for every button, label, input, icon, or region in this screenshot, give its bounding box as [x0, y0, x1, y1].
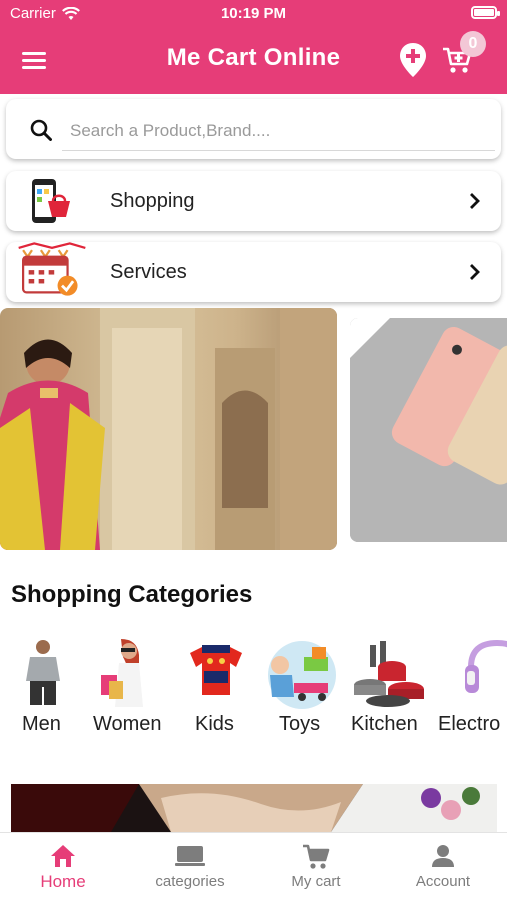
battery-icon	[471, 6, 500, 19]
shopping-label: Shopping	[110, 190, 195, 212]
search-placeholder: Search a Product,Brand....	[70, 121, 271, 140]
account-icon	[432, 845, 454, 867]
category-label: Women	[93, 713, 162, 735]
app-bar: Me Cart Online 0	[0, 28, 507, 94]
services-card[interactable]: Services	[6, 242, 501, 302]
nav-home-label: Home	[40, 872, 86, 891]
search-icon	[30, 119, 52, 141]
app-title: Me Cart Online	[166, 44, 341, 71]
category-label: Kitchen	[351, 713, 418, 735]
calendar-check-icon	[18, 242, 86, 296]
section-title: Shopping Categories	[11, 581, 253, 608]
nav-categories-label: categories	[155, 873, 225, 890]
status-bar: Carrier 10:19 PM	[0, 0, 507, 28]
fashion-banner-image[interactable]	[0, 308, 337, 550]
promo-banner-image[interactable]	[11, 784, 497, 832]
toys-category-image	[268, 641, 336, 709]
nav-my-cart-label: My cart	[291, 873, 341, 890]
women-category-image	[101, 639, 143, 707]
phone-banner-image[interactable]	[350, 318, 507, 542]
category-label: Electro	[438, 713, 501, 735]
mobile-shopping-icon	[32, 179, 70, 223]
add-location-icon[interactable]	[398, 42, 428, 78]
categories-icon	[175, 846, 205, 866]
nav-home[interactable]: Home	[0, 833, 126, 901]
nav-my-cart[interactable]: My cart	[253, 833, 379, 901]
men-category-image	[26, 640, 60, 705]
home-icon	[51, 845, 75, 867]
category-list: Men Women Kids Toys Kitchen Electro	[0, 637, 507, 747]
nav-account-label: Account	[415, 873, 471, 890]
electronics-category-image	[465, 639, 507, 693]
search-bar[interactable]: Search a Product,Brand....	[6, 99, 501, 159]
chevron-right-icon	[470, 264, 480, 280]
services-label: Services	[110, 261, 187, 283]
category-label: Toys	[279, 713, 321, 735]
chevron-right-icon	[470, 193, 480, 209]
category-label: Kids	[195, 713, 234, 735]
bottom-navigation: Home categories My cart Account	[0, 832, 507, 901]
category-label: Men	[22, 713, 61, 735]
kitchen-category-image	[354, 641, 424, 707]
shopping-card[interactable]: Shopping	[6, 171, 501, 231]
cart-icon	[303, 844, 330, 869]
status-time: 10:19 PM	[220, 5, 287, 22]
promo-banner-art	[11, 784, 497, 832]
fashion-banner-art	[0, 308, 337, 550]
nav-categories[interactable]: categories	[127, 833, 253, 901]
phone-banner-art	[350, 318, 507, 542]
cart-count-badge: 0	[460, 31, 486, 57]
kids-category-image	[190, 645, 242, 695]
search-underline	[62, 150, 495, 151]
nav-account[interactable]: Account	[380, 833, 506, 901]
